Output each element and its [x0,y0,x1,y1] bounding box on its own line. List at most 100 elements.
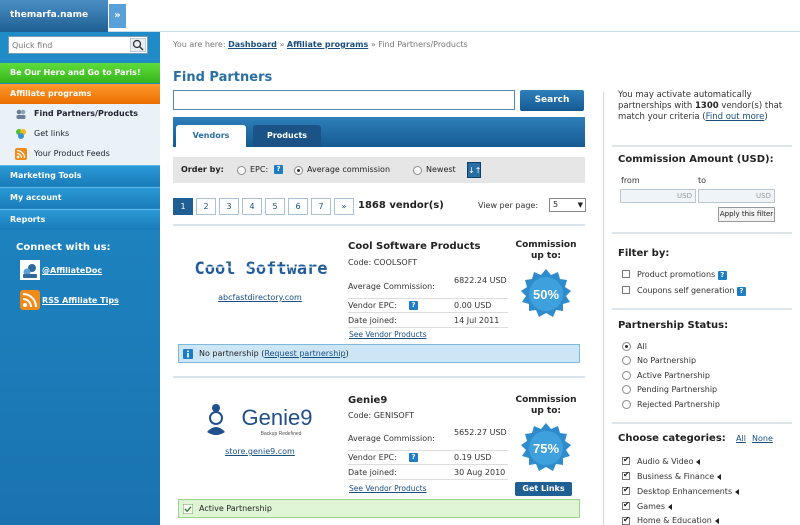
status-rejected-radio[interactable] [622,400,631,409]
expand-arrow-icon[interactable] [717,473,722,480]
breadcrumb-sep: » [279,40,285,49]
menu-marketing-tools[interactable]: Marketing Tools [0,165,160,186]
quick-find-input[interactable] [9,37,127,53]
tab-products[interactable]: Products [253,125,321,147]
help-icon[interactable]: ? [717,271,727,280]
partnership-status-bar: No partnership (Request partnership) [178,344,580,363]
category-checkbox[interactable] [622,470,630,480]
help-icon[interactable]: ? [409,301,418,310]
rss-tips-link[interactable]: RSS Affiliate Tips [20,290,119,312]
order-epc-radio[interactable] [237,166,246,175]
connect-label: @AffiliateDoc [42,266,103,275]
see-vendor-products-link[interactable]: See Vendor Products [349,484,427,493]
category-checkbox[interactable] [622,455,630,465]
expand-arrow-icon[interactable] [714,517,719,524]
vendor-code: Code: COOLSOFT [348,258,418,267]
page-2-button[interactable]: 2 [196,198,216,215]
page-7-button[interactable]: 7 [311,198,331,215]
submenu-product-feeds[interactable]: Your Product Feeds [0,144,160,164]
tab-vendors[interactable]: Vendors [176,125,246,147]
per-page-select[interactable]: 5 ▼ [549,198,586,212]
status-all-radio[interactable] [622,342,631,351]
breadcrumb-affiliate-programs[interactable]: Affiliate programs [287,40,368,49]
logo-text: Cool Software [194,259,327,279]
page-6-button[interactable]: 6 [288,198,308,215]
help-icon[interactable]: ? [274,165,283,174]
expand-sidebar-button[interactable]: » [108,4,126,28]
product-promotions-checkbox[interactable] [622,270,630,278]
order-newest-radio[interactable] [413,166,422,175]
vendor-logo-cool-software[interactable]: Cool Software [185,248,335,288]
stat-value: 6822.24 USD [454,276,507,285]
stat-avg-commission: Average Commission: 6822.24 USD [348,275,508,299]
category-label: Business & Finance [637,472,715,481]
category-item[interactable]: Business & Finance [637,472,722,481]
connect-label: RSS Affiliate Tips [42,296,119,305]
order-avg-commission-radio[interactable] [294,166,303,175]
vendor-url[interactable]: store.genie9.com [185,447,335,456]
select-all-link[interactable]: All [736,434,746,443]
apply-filter-button[interactable]: Apply this filter [718,207,775,222]
twitter-link[interactable]: @AffiliateDoc [20,260,102,282]
status-pending-radio[interactable] [622,385,631,394]
category-checkbox[interactable] [622,500,630,510]
expand-arrow-icon[interactable] [696,458,701,465]
magnifier-icon[interactable] [130,38,146,52]
breadcrumb-current: Find Partners/Products [378,40,468,49]
category-item[interactable]: Games [637,502,672,511]
filter-by-title: Filter by: [618,248,670,259]
commission-to-input[interactable]: USD [698,189,775,203]
commission-from-input[interactable]: USD [620,189,696,203]
get-links-button[interactable]: Get Links [515,482,572,496]
breadcrumb-dashboard[interactable]: Dashboard [228,40,277,49]
select-none-link[interactable]: None [752,434,773,443]
from-label: from [621,176,640,185]
submenu-get-links[interactable]: Get links [0,124,160,144]
affiliate-submenu: Find Partners/Products Get links Your Pr… [0,104,160,166]
status-text: Active Partnership [199,504,272,513]
coupons-self-generation-checkbox[interactable] [622,286,630,294]
sort-direction-icon[interactable]: ↓↑ [467,162,481,178]
help-icon[interactable]: ? [737,287,747,296]
page-5-button[interactable]: 5 [265,198,285,215]
next-page-button[interactable]: » [334,198,354,215]
expand-arrow-icon[interactable] [667,503,672,510]
status-rejected-label: Rejected Partnership [637,400,720,409]
expand-arrow-icon[interactable] [735,488,740,495]
find-out-more-link[interactable]: Find out more [706,112,765,122]
rss-icon [20,290,40,310]
partner-search-input[interactable] [173,90,515,110]
see-vendor-products-link[interactable]: See Vendor Products [349,330,427,339]
breadcrumb-prefix: You are here: [173,40,226,49]
search-button[interactable]: Search [520,90,584,111]
stat-value: 0.19 USD [454,453,492,462]
submenu-find-partners[interactable]: Find Partners/Products [0,104,160,124]
category-checkbox[interactable] [622,515,630,525]
to-label: to [698,176,707,185]
stat-key: Date joined: [348,316,397,325]
menu-affiliate-programs[interactable]: Affiliate programs [0,84,160,104]
menu-reports[interactable]: Reports [0,209,160,230]
category-checkbox[interactable] [622,485,630,495]
category-item[interactable]: Home & Education [637,516,719,525]
status-active-radio[interactable] [622,371,631,380]
site-name-tab[interactable]: themarfa.name [0,0,108,32]
page-4-button[interactable]: 4 [242,198,262,215]
category-item[interactable]: Audio & Video [637,457,701,466]
vendor-url[interactable]: abcfastdirectory.com [185,293,335,302]
vendor-count: 1868 vendor(s) [358,200,444,211]
status-no-partnership-radio[interactable] [622,356,631,365]
divider [173,224,585,226]
help-icon[interactable]: ? [409,453,418,462]
status-active-label: Active Partnership [637,371,710,380]
page-3-button[interactable]: 3 [219,198,239,215]
divider [612,422,792,424]
category-item[interactable]: Desktop Enhancements [637,487,740,496]
promo-menu-item[interactable]: Be Our Hero and Go to Paris! [0,63,160,83]
menu-my-account[interactable]: My account [0,187,160,208]
request-partnership-link[interactable]: Request partnership [264,349,345,358]
submenu-label: Find Partners/Products [34,109,139,118]
vendor-logo-genie9[interactable]: Genie9 Backup Redefined [185,398,335,442]
page-1-button[interactable]: 1 [173,198,193,215]
stat-vendor-epc: Vendor EPC: ? 0.00 USD [348,299,508,313]
